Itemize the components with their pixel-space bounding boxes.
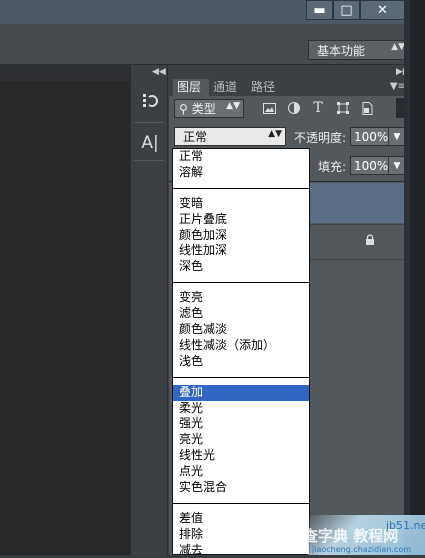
fill-label: 填充: xyxy=(318,160,347,174)
menu-separator xyxy=(173,187,309,189)
window-title-bar: ▬ □ ✕ xyxy=(0,0,425,24)
character-icon[interactable]: A| xyxy=(137,130,163,156)
blend-mode-select[interactable]: 正常 ▲▼ xyxy=(174,127,286,146)
blend-mode-menu-item[interactable]: 排除 xyxy=(173,527,309,543)
filter-toggle-switch[interactable] xyxy=(396,98,404,118)
desktop-edge xyxy=(410,0,425,555)
menu-separator xyxy=(173,376,309,378)
blend-mode-menu-item[interactable]: 亮光 xyxy=(173,432,309,448)
fill-value: 100% xyxy=(354,158,389,173)
maximize-button[interactable]: □ xyxy=(333,0,360,20)
watermark-logo: 查字典 教程网 jb51.net jiaocheng.chazidian.com xyxy=(300,515,425,555)
blend-mode-menu-item[interactable]: 滤色 xyxy=(173,306,309,322)
image-filter-icon[interactable] xyxy=(262,101,276,115)
panel-tabs: 图层 通道 路径 ▼≡ xyxy=(169,79,410,96)
menu-separator xyxy=(173,282,309,284)
minimize-icon: ▬ xyxy=(313,2,326,18)
canvas-area xyxy=(0,65,130,555)
chevron-down-icon[interactable]: ▼ xyxy=(388,128,405,145)
options-bar: 基本功能 ▲▼ xyxy=(0,24,410,65)
blend-mode-menu-item[interactable]: 点光 xyxy=(173,464,309,480)
layer-row-selected[interactable] xyxy=(310,183,410,223)
expand-panels-icon[interactable]: ◀◀ xyxy=(152,67,166,77)
maximize-icon: □ xyxy=(340,2,353,18)
blend-mode-menu: 正常 溶解变暗 正片叠底 颜色加深 线性加深 深色变亮 滤色 颜色减淡 线性减淡（添加） 浅色叠加… xyxy=(172,148,310,555)
divider xyxy=(134,122,164,123)
document-tab-strip xyxy=(0,65,130,81)
smart-object-filter-icon[interactable] xyxy=(360,101,374,115)
blend-mode-menu-item[interactable]: 线性加深 xyxy=(173,243,309,259)
chevron-updown-icon: ▲▼ xyxy=(226,101,240,111)
close-icon: ✕ xyxy=(377,2,388,18)
blend-mode-menu-item[interactable]: 柔光 xyxy=(173,401,309,417)
blend-mode-menu-item[interactable]: 正片叠底 xyxy=(173,212,309,228)
lock-icon xyxy=(365,234,375,248)
blend-mode-menu-item[interactable]: 变亮 xyxy=(173,290,309,306)
chevron-down-icon[interactable]: ▼ xyxy=(388,157,405,174)
svg-text:查字典 教程网: 查字典 教程网 xyxy=(303,527,398,545)
type-filter-icon[interactable]: T xyxy=(311,100,325,116)
chevron-updown-icon: ▲▼ xyxy=(268,129,282,139)
tab-channels[interactable]: 通道 xyxy=(209,79,247,96)
close-button[interactable]: ✕ xyxy=(360,0,405,20)
blend-mode-menu-item[interactable]: 减去 xyxy=(173,543,309,554)
divider xyxy=(134,160,164,161)
blend-mode-menu-item[interactable]: 叠加 xyxy=(173,384,309,401)
search-icon: ⚲ xyxy=(179,101,188,116)
menu-separator xyxy=(173,502,309,504)
shape-filter-icon[interactable] xyxy=(336,101,350,115)
panel-header-strip xyxy=(169,65,410,79)
history-icon[interactable] xyxy=(137,88,163,114)
tab-layers[interactable]: 图层 xyxy=(173,79,209,96)
layer-filter-select[interactable]: ⚲ 类型 ▲▼ xyxy=(174,99,244,118)
blend-mode-menu-item[interactable]: 颜色加深 xyxy=(173,228,309,244)
opacity-label: 不透明度: xyxy=(294,131,347,145)
chevron-updown-icon: ▲▼ xyxy=(391,42,405,52)
adjustment-filter-icon[interactable] xyxy=(287,101,301,115)
workspace-label: 基本功能 xyxy=(317,43,366,58)
opacity-value: 100% xyxy=(354,129,389,144)
opacity-field[interactable]: 100% ▼ xyxy=(350,127,406,146)
layer-row[interactable] xyxy=(310,224,410,260)
blend-mode-menu-item[interactable]: 线性光 xyxy=(173,448,309,464)
blend-mode-menu-item[interactable]: 差值 xyxy=(173,511,309,527)
blend-mode-menu-item[interactable]: 颜色减淡 xyxy=(173,322,309,338)
blend-mode-menu-item[interactable]: 实色混合 xyxy=(173,480,309,496)
blend-mode-menu-item[interactable]: 强光 xyxy=(173,416,309,432)
blend-mode-menu-item[interactable]: 变暗 xyxy=(173,196,309,212)
blend-mode-menu-item[interactable]: 浅色 xyxy=(173,354,309,370)
blend-mode-value: 正常 xyxy=(183,130,208,144)
workspace-select[interactable]: 基本功能 ▲▼ xyxy=(308,40,410,60)
minimize-button[interactable]: ▬ xyxy=(306,0,333,20)
svg-text:jiaocheng.chazidian.com: jiaocheng.chazidian.com xyxy=(311,545,411,554)
blend-mode-menu-item[interactable]: 溶解 xyxy=(173,165,309,181)
fill-field[interactable]: 100% ▼ xyxy=(350,156,406,175)
filter-kind-label: 类型 xyxy=(191,102,216,116)
blend-mode-menu-item[interactable]: 线性减淡（添加） xyxy=(173,338,309,354)
blend-mode-menu-item[interactable]: 正常 xyxy=(173,149,309,165)
svg-text:jb51.net: jb51.net xyxy=(385,519,425,532)
tab-paths[interactable]: 路径 xyxy=(247,79,285,96)
blend-mode-menu-item[interactable]: 深色 xyxy=(173,259,309,275)
